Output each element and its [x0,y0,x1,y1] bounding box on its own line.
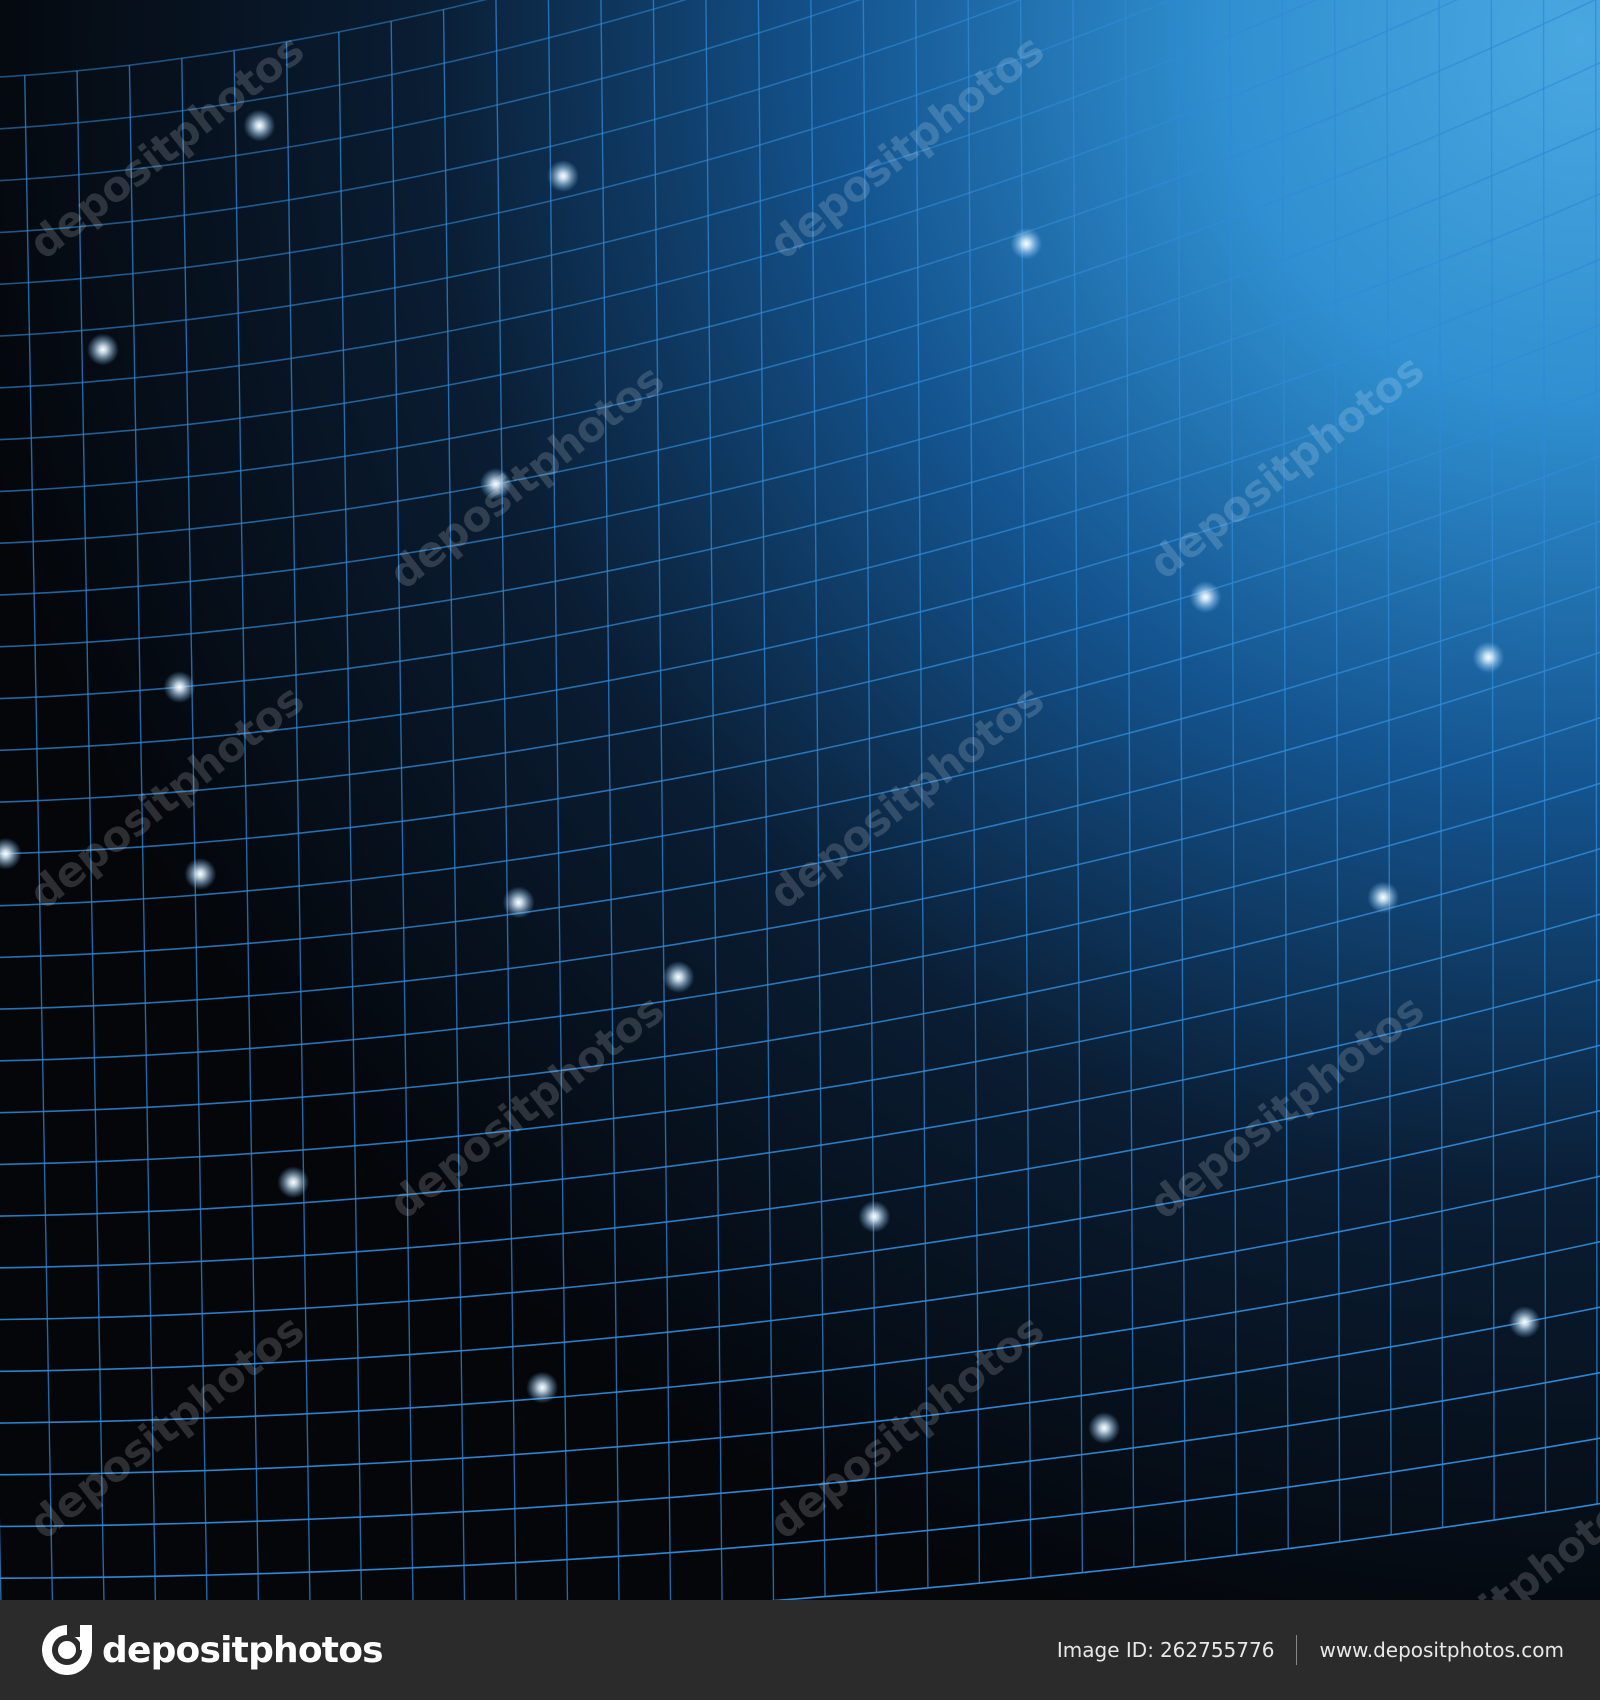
website-link[interactable]: www.depositphotos.com [1319,1638,1564,1662]
glow-node [1472,641,1505,674]
footer-divider [1296,1635,1298,1665]
image-info: Image ID: 262755776 www.depositphotos.co… [1057,1600,1564,1700]
footer-bar: depositphotos Image ID: 262755776 www.de… [0,1600,1600,1700]
glow-node [163,671,196,704]
glow-node [277,1166,310,1199]
glow-node [547,160,580,193]
glow-node [243,109,276,142]
glow-node [479,468,512,500]
image-id-label: Image ID: [1056,1638,1154,1662]
image-id-value: 262755776 [1159,1638,1275,1662]
glow-node [1508,1306,1541,1339]
camera-aperture-icon [42,1625,92,1675]
glow-node [1088,1412,1121,1444]
glow-node [662,961,695,994]
glow-node [1189,581,1222,614]
glow-node [502,886,535,919]
stock-image-page: depositphotosdepositphotosdepositphotosd… [0,0,1600,1700]
brand-logo[interactable]: depositphotos [40,1623,384,1677]
glow-node [1367,881,1400,914]
grid-artwork [0,0,1600,1600]
glow-node [858,1200,891,1233]
glow-node [184,857,217,890]
glow-node [86,333,119,366]
glow-node [526,1371,559,1404]
brand-name: depositphotos [102,1629,384,1671]
glow-node [1010,227,1043,260]
